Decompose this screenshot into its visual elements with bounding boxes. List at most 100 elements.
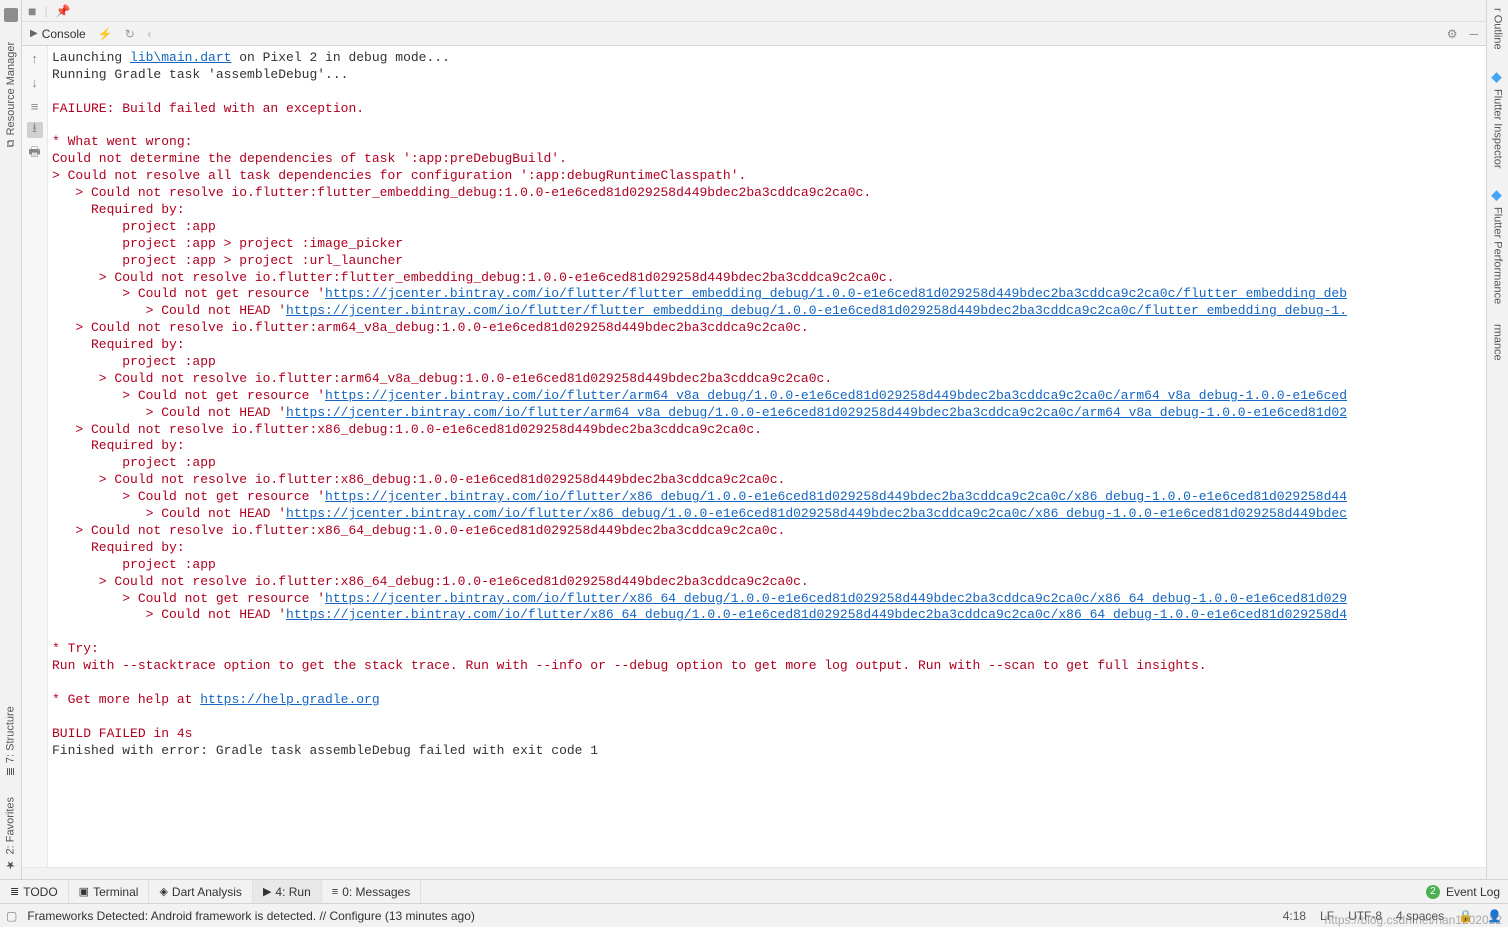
flutter-performance-tab[interactable]: ◆ Flutter Performance [1490,188,1505,304]
scroll-up-icon[interactable]: ↑ [27,50,43,66]
error-text: > Could not resolve io.flutter:flutter_e… [52,270,895,285]
pin-icon[interactable]: 📌 [56,4,71,18]
caret-position[interactable]: 4:18 [1283,909,1306,923]
jcenter-link[interactable]: https://jcenter.bintray.com/io/flutter/x… [325,591,1347,606]
horizontal-scrollbar[interactable] [22,867,1486,879]
console-output[interactable]: Launching lib\main.dart on Pixel 2 in de… [48,46,1486,867]
error-text: Required by: [52,337,185,352]
flutter-inspector-tab[interactable]: ◆ Flutter Inspector [1490,70,1505,168]
finished-text: Finished with error: Gradle task assembl… [52,743,598,758]
main-dart-link[interactable]: lib\main.dart [130,50,231,65]
jcenter-link[interactable]: https://jcenter.bintray.com/io/flutter/a… [325,388,1347,403]
hide-panel-icon[interactable]: ─ [1469,27,1478,41]
resource-manager-tab[interactable]: ⧉ Resource Manager [5,42,17,147]
favorites-label: 2: Favorites [5,797,17,854]
console-text: on Pixel 2 in debug mode... [231,50,449,65]
flutter-icon: ◆ [1490,188,1505,203]
console-tab-label: Console [42,27,86,41]
status-message[interactable]: Frameworks Detected: Android framework i… [27,909,475,923]
soft-wrap-icon[interactable]: ≡ [27,98,43,114]
scroll-down-icon[interactable]: ↓ [27,74,43,90]
jcenter-link[interactable]: https://jcenter.bintray.com/io/flutter/x… [325,489,1347,504]
dart-analysis-tab[interactable]: ◈ Dart Analysis [149,880,253,903]
messages-icon: ≡ [332,886,338,898]
stop-icon[interactable]: ■ [28,3,36,19]
messages-tab[interactable]: ≡0: Messages [322,880,421,903]
jcenter-link[interactable]: https://jcenter.bintray.com/io/flutter/x… [286,607,1347,622]
flutter-inspector-label: Flutter Inspector [1492,89,1504,168]
try-text: * Try: [52,641,99,656]
top-strip: ■ | 📌 [22,0,1486,22]
failure-text: FAILURE: Build failed with an exception. [52,101,364,116]
error-text: > Could not HEAD ' [52,607,286,622]
console-text: Launching [52,50,130,65]
console-tool-header: ▶ Console ⚡ ↻ ◐ ⚙ ─ [22,22,1486,46]
error-text: > Could not get resource ' [52,286,325,301]
error-text: > Could not HEAD ' [52,405,286,420]
flutter-performance-label: Flutter Performance [1492,207,1504,304]
todo-label: TODO [23,885,57,899]
jcenter-link[interactable]: https://jcenter.bintray.com/io/flutter/a… [286,405,1347,420]
run-label: 4: Run [275,885,310,899]
terminal-label: Terminal [93,885,138,899]
restart-icon[interactable]: ↻ [125,27,135,41]
structure-tab[interactable]: ≣ 7: Structure [4,706,17,776]
error-text: > Could not resolve io.flutter:arm64_v8a… [52,371,832,386]
hot-reload-icon[interactable]: ⚡ [98,27,113,41]
error-text: > Could not resolve io.flutter:x86_debug… [52,422,762,437]
what-wrong-text: * What went wrong: [52,134,192,149]
terminal-tab[interactable]: ▣Terminal [69,880,150,903]
rmance-tab[interactable]: rmance [1492,324,1504,361]
help-text: * Get more help at [52,692,200,707]
console-tab[interactable]: ▶ Console [30,27,86,41]
gradle-help-link[interactable]: https://help.gradle.org [200,692,379,707]
error-text: > Could not resolve io.flutter:x86_debug… [52,472,785,487]
rmance-label: rmance [1492,324,1504,361]
error-text: project :app [52,354,216,369]
error-text: Required by: [52,202,185,217]
scroll-to-end-icon[interactable]: ⭳ [27,122,43,138]
status-bar-icon[interactable]: ▢ [6,909,17,923]
error-text: > Could not resolve io.flutter:flutter_e… [52,185,871,200]
error-text: Could not determine the dependencies of … [52,151,567,166]
dart-analysis-label: Dart Analysis [172,885,242,899]
favorites-icon: ★ [4,858,17,871]
build-failed-text: BUILD FAILED in 4s [52,726,192,741]
console-text: Running Gradle task 'assembleDebug'... [52,67,348,82]
error-text: Required by: [52,540,185,555]
run-tab[interactable]: ▶ 4: Run [253,880,322,903]
event-log-tab[interactable]: Event Log [1446,885,1500,899]
flutter-icon: ◆ [1490,70,1505,85]
favorites-tab[interactable]: ★ 2: Favorites [4,797,17,871]
jcenter-link[interactable]: https://jcenter.bintray.com/io/flutter/x… [286,506,1347,521]
resource-manager-label: Resource Manager [5,42,17,136]
structure-icon: ≣ [4,767,17,776]
error-text: project :app > project :image_picker [52,236,403,251]
project-tool-icon[interactable] [4,8,18,22]
error-text: project :app [52,219,216,234]
jcenter-link[interactable]: https://jcenter.bintray.com/io/flutter/f… [286,303,1347,318]
todo-tab[interactable]: ≣TODO [0,880,69,903]
dart-icon: ◈ [159,885,167,898]
jcenter-link[interactable]: https://jcenter.bintray.com/io/flutter/f… [325,286,1347,301]
error-text: > Could not resolve io.flutter:arm64_v8a… [52,320,809,335]
error-text: > Could not get resource ' [52,489,325,504]
structure-label: 7: Structure [5,706,17,763]
outline-tab[interactable]: r Outline [1492,8,1504,50]
right-tool-rail: r Outline ◆ Flutter Inspector ◆ Flutter Pe… [1486,0,1508,879]
error-text: project :app [52,455,216,470]
error-text: Required by: [52,438,185,453]
run-icon: ▶ [263,885,271,898]
error-text: > Could not get resource ' [52,388,325,403]
outline-label: r Outline [1492,8,1504,50]
flutter-attach-icon[interactable]: ◐ [147,27,154,41]
main-column: ■ | 📌 ▶ Console ⚡ ↻ ◐ ⚙ ─ ↑ ↓ ≡ ⭳ 🖶 [22,0,1486,879]
print-icon[interactable]: 🖶 [27,146,43,162]
error-text: project :app [52,557,216,572]
status-bar: ▢ Frameworks Detected: Android framework… [0,903,1508,927]
watermark: https://blog.csdn.net/han1202012 [1325,913,1502,927]
error-text: > Could not HEAD ' [52,506,286,521]
resource-manager-icon: ⧉ [5,140,17,148]
console-gutter: ↑ ↓ ≡ ⭳ 🖶 [22,46,48,867]
settings-icon[interactable]: ⚙ [1447,27,1458,41]
